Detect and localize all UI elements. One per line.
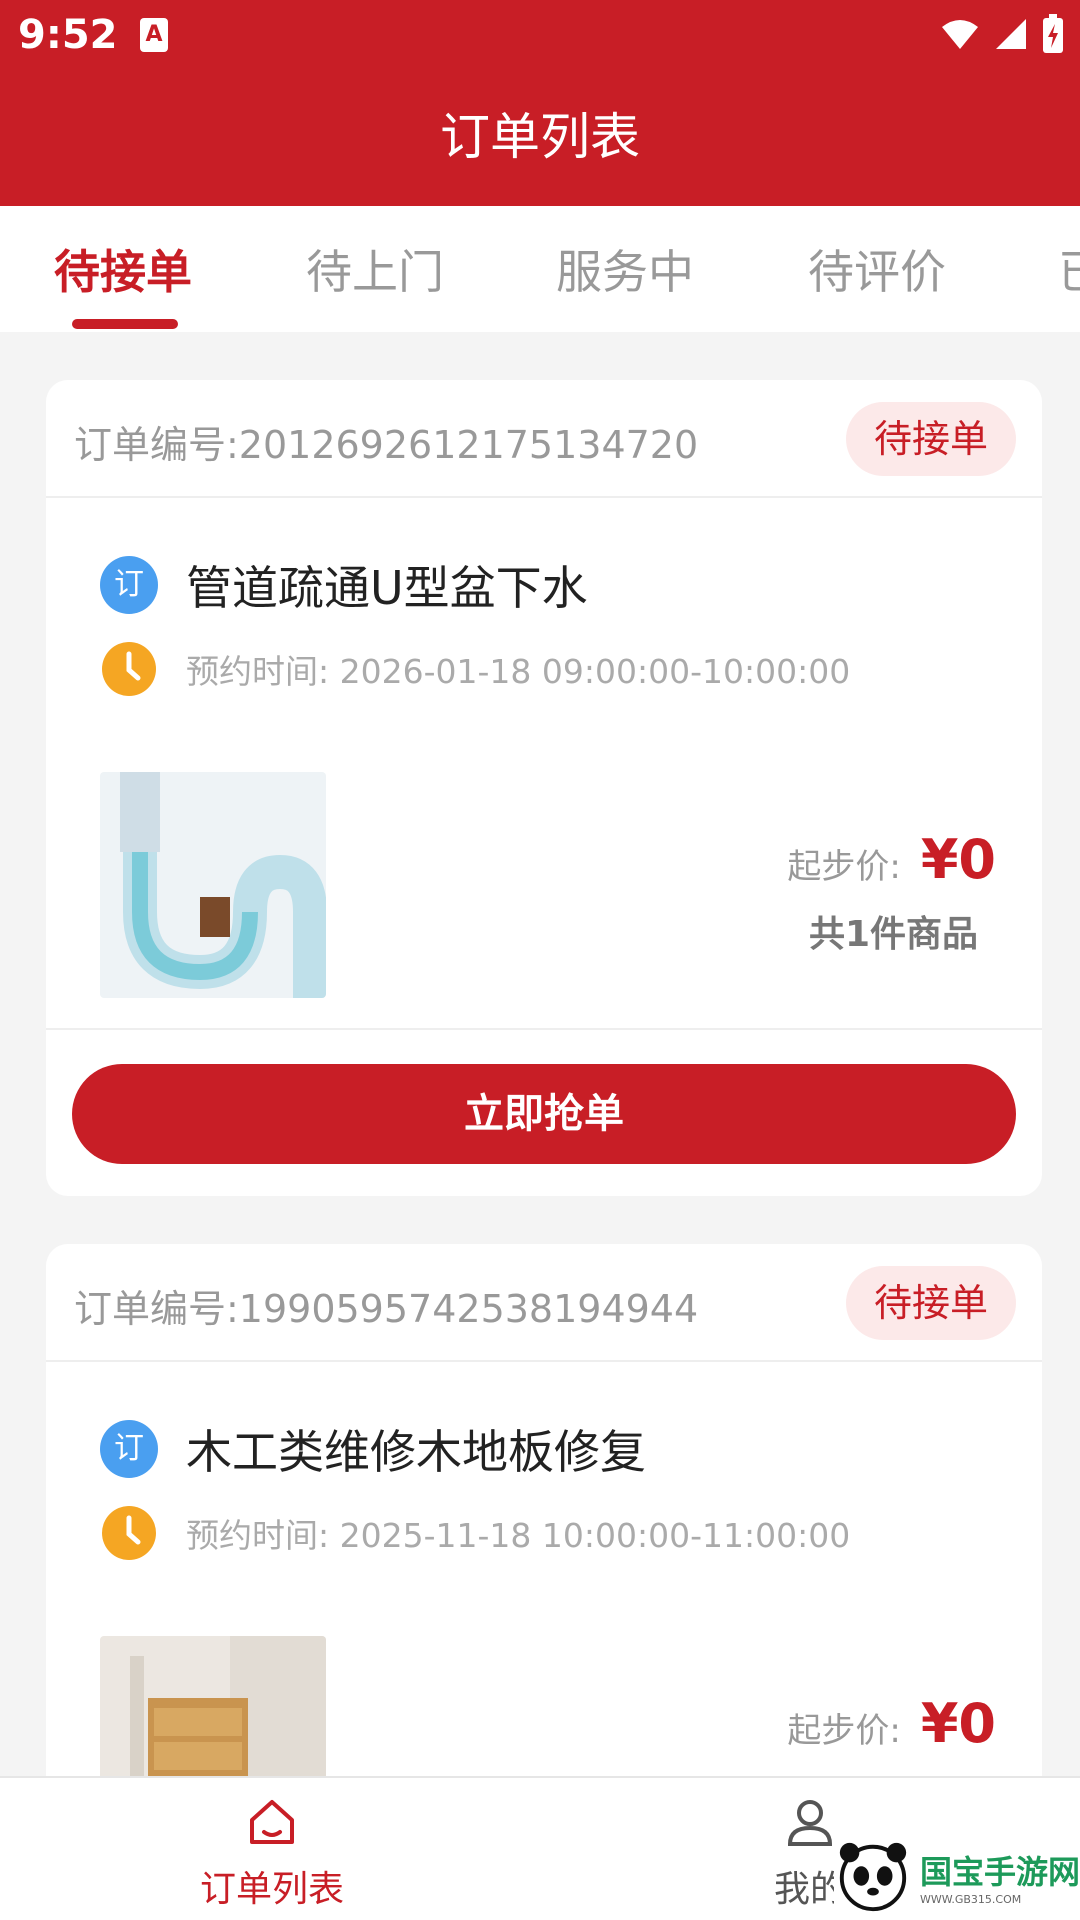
tab-in-service[interactable]: 服务中 [556,236,694,302]
order-type-icon: 订 [100,556,158,614]
watermark-url: WWW.GB315.COM [919,1892,1022,1906]
status-bar: 9:52 A [0,0,1080,72]
nav-order-list[interactable]: 订单列表 [172,1796,372,1912]
system-icons [940,14,1064,54]
panda-logo-icon [839,1842,907,1912]
page-title: 订单列表 [440,108,640,166]
price-label: 起步价: [787,847,901,887]
wifi-icon [942,20,978,49]
order-number: 订单编号:2012692612175134720 [74,423,699,467]
order-card[interactable]: 订单编号:2012692612175134720 待接单 订 管道疏通U型盆下水… [46,380,1042,1196]
battery-icon [1043,14,1063,53]
price-label: 起步价: [787,1711,901,1751]
status-badge: 待接单 [845,1266,1016,1340]
status-time: 9:52 [18,12,118,58]
tab-pending-accept[interactable]: 待接单 [54,236,192,302]
order-card[interactable]: 订单编号:1990595742538194944 待接单 订 木工类维修木地板修… [46,1244,1042,1804]
order-type-icon: 订 [100,1420,158,1478]
signal-icon [996,19,1026,49]
order-title-row: 订 管道疏通U型盆下水 [100,552,588,618]
status-badge: 待接单 [845,402,1016,476]
app-bar: 订单列表 [0,72,1080,206]
watermark-text: 国宝手游网 [919,1852,1080,1891]
tab-pending-review[interactable]: 待评价 [808,236,946,302]
order-card-header: 订单编号:1990595742538194944 待接单 [46,1244,1042,1362]
watermark: 国宝手游网 WWW.GB315.COM [834,1832,1080,1920]
grab-order-button[interactable]: 立即抢单 [72,1064,1016,1164]
pipe-image [100,772,326,998]
order-number: 订单编号:1990595742538194944 [74,1287,699,1331]
order-title-row: 订 木工类维修木地板修复 [100,1416,646,1482]
tab-completed[interactable]: 已 [1058,236,1080,302]
clock-icon [102,1506,156,1560]
order-title: 木工类维修木地板修复 [186,1425,646,1479]
order-card-header: 订单编号:2012692612175134720 待接单 [46,380,1042,498]
price-value: ¥0 [920,828,996,891]
appointment-row: 预约时间: 2025-11-18 10:00:00-11:00:00 [100,1504,850,1562]
nav-label: 订单列表 [199,1869,344,1910]
appointment-time: 预约时间: 2026-01-18 09:00:00-10:00:00 [186,652,851,691]
user-icon [787,1800,833,1846]
clock-icon [102,642,156,696]
notification-icon: A [140,18,168,52]
order-title: 管道疏通U型盆下水 [186,561,588,615]
appointment-row: 预约时间: 2026-01-18 09:00:00-10:00:00 [100,640,850,698]
item-count: 共1件商品 [808,914,978,955]
price-value: ¥0 [920,1692,996,1755]
tab-indicator [72,319,178,329]
tab-pending-visit[interactable]: 待上门 [306,236,444,302]
home-icon [250,1800,294,1844]
appointment-time: 预约时间: 2025-11-18 10:00:00-11:00:00 [186,1516,851,1555]
order-status-tabs: 待接单 待上门 服务中 待评价 已 [0,206,1080,332]
divider [46,1028,1042,1030]
price-block: 起步价: ¥0 共1件商品 [787,828,996,957]
